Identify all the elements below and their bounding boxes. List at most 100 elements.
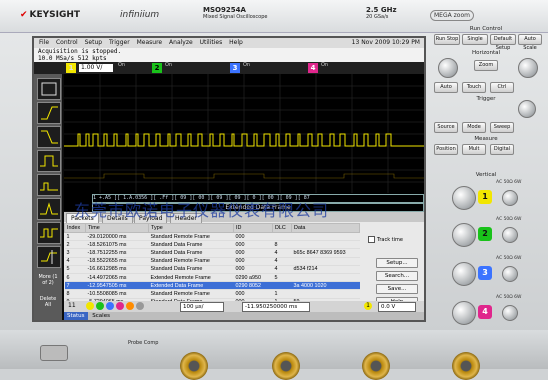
menu-measure[interactable]: Measure (137, 38, 163, 48)
timebase-field[interactable]: 100 µs/ (180, 302, 224, 312)
math-status-icon[interactable] (126, 302, 134, 310)
table-cell: -12.9547505 ms (85, 281, 149, 291)
col-dlc[interactable]: DLC (272, 223, 292, 233)
ch3-offset-knob[interactable] (502, 266, 518, 282)
trigger-level-field[interactable]: 0.0 V (378, 302, 416, 312)
horizontal-scale-knob[interactable] (438, 58, 458, 78)
auto-scale-button[interactable]: Auto Scale (518, 34, 542, 51)
single-button[interactable]: Single (462, 34, 488, 45)
table-row[interactable]: 2 -18.5261075 ms Standard Data Frame 000 8 (64, 240, 360, 250)
runt-icon[interactable] (37, 174, 61, 196)
auto-button[interactable]: Auto (434, 82, 458, 93)
bnc-connector-4[interactable] (452, 352, 480, 380)
ch4-scale-knob[interactable] (452, 301, 476, 325)
menu-setup[interactable]: Setup (85, 38, 102, 48)
run-stop-button[interactable]: Run Stop (434, 34, 460, 45)
horizontal-position-knob[interactable] (518, 58, 538, 78)
mode-button[interactable]: Mode (462, 122, 486, 133)
edge-rise-icon[interactable] (37, 102, 61, 124)
ch3-scale-knob[interactable] (452, 262, 476, 286)
memory-status-icon[interactable] (136, 302, 144, 310)
edge-fall-icon[interactable] (37, 126, 61, 148)
ch2-status-icon[interactable] (96, 302, 104, 310)
col-time[interactable]: Time (85, 223, 149, 233)
ch2-scale-knob[interactable] (452, 223, 476, 247)
waveform-display[interactable] (64, 74, 424, 194)
ch1-scale-knob[interactable] (452, 186, 476, 210)
ch3-key[interactable]: 3 (478, 266, 492, 280)
ch2-key[interactable]: 2 (478, 227, 492, 241)
checkbox-box[interactable] (368, 236, 375, 243)
table-row[interactable]: 5 -16.6612985 ms Standard Data Frame 000 4 d5… (64, 265, 360, 274)
table-row[interactable]: 6 -14.4972065 ms Extended Remote Frame 0290… (64, 273, 360, 283)
table-cell: 8 (272, 240, 292, 250)
menu-utilities[interactable]: Utilities (200, 38, 223, 48)
table-cell (291, 289, 360, 299)
power-button[interactable] (40, 345, 68, 361)
delay-field[interactable]: -11.950250000 ms (242, 302, 310, 312)
mult-button[interactable]: Mult (462, 144, 486, 155)
ch4-offset-knob[interactable] (502, 305, 518, 321)
menu-file[interactable]: File (39, 38, 49, 48)
save-button[interactable]: Save... (376, 284, 418, 294)
touch-button[interactable]: Touch (462, 82, 486, 93)
pattern-icon[interactable] (37, 222, 61, 244)
ch2-button[interactable]: 2 (152, 63, 162, 73)
position-button[interactable]: Position (434, 144, 458, 155)
ch1-scale-field[interactable]: 1.00 V/ (79, 64, 113, 72)
ch4-key[interactable]: 4 (478, 305, 492, 319)
col-type[interactable]: Type (148, 223, 234, 233)
zoom-tool-icon[interactable] (37, 78, 61, 100)
bnc-connector-2[interactable] (272, 352, 300, 380)
col-index[interactable]: Index (64, 223, 86, 233)
track-time-checkbox[interactable]: Track time (368, 236, 403, 243)
ch3-status-icon[interactable] (106, 302, 114, 310)
table-cell: 8 (64, 289, 86, 299)
table-row[interactable]: 8 -10.5508085 ms Standard Remote Frame 000 1 (64, 289, 360, 299)
ch2-offset-knob[interactable] (502, 227, 518, 243)
sweep-button[interactable]: Sweep (490, 122, 514, 133)
window-icon[interactable] (37, 198, 61, 220)
digital-button[interactable]: Digital (490, 144, 514, 155)
col-id[interactable]: ID (233, 223, 273, 233)
ch4-button[interactable]: 4 (308, 63, 318, 73)
menu-analyze[interactable]: Analyze (169, 38, 193, 48)
table-row[interactable]: 1 -29.0120000 ms Standard Remote Frame 000 (64, 232, 360, 242)
ctrl-button[interactable]: Ctrl (490, 82, 514, 93)
source-button[interactable]: Source (434, 122, 458, 133)
table-row[interactable]: 4 -18.5522655 ms Standard Remote Frame 000 4 (64, 257, 360, 266)
menu-trigger[interactable]: Trigger (109, 38, 130, 48)
col-data[interactable]: Data (291, 223, 360, 233)
trigger-source-icon[interactable]: 1 (364, 302, 372, 310)
bnc-connector-3[interactable] (362, 352, 390, 380)
default-setup-button[interactable]: Default Setup (490, 34, 516, 51)
ch1-button[interactable]: 1 (66, 63, 76, 73)
more-button[interactable]: More (1 of 2) (36, 274, 60, 286)
bnc-connector-1[interactable] (180, 352, 208, 380)
tab-scales[interactable]: Scales (89, 312, 113, 320)
table-row[interactable]: 7 -12.9547505 ms Extended Data Frame 0290 8… (64, 281, 360, 291)
menu-help[interactable]: Help (229, 38, 243, 48)
table-row[interactable]: 3 -18.7512255 ms Standard Data Frame 000 4 b6… (64, 248, 360, 258)
ch3-button[interactable]: 3 (230, 63, 240, 73)
zoom-button[interactable]: Zoom (474, 60, 498, 71)
table-cell: 5 (272, 273, 292, 283)
ch1-offset-knob[interactable] (502, 190, 518, 206)
setup-button[interactable]: Setup... (376, 258, 418, 268)
table-cell: b65c 8647 8369 9593 (291, 248, 360, 258)
menu-control[interactable]: Control (56, 38, 78, 48)
table-cell: 000 (233, 257, 273, 266)
ch1-status-icon[interactable] (86, 302, 94, 310)
pulse-icon[interactable] (37, 150, 61, 172)
measure-label: Measure (474, 136, 498, 142)
ch1-key[interactable]: 1 (478, 190, 492, 204)
status-line-2: 10.0 MSa/s 512 kpts (38, 55, 107, 62)
ch4-status-icon[interactable] (116, 302, 124, 310)
delete-all-button[interactable]: Delete All (36, 296, 60, 308)
setup-hold-icon[interactable] (37, 246, 61, 268)
table-cell: 3a 4000 1020 (291, 281, 360, 291)
search-button[interactable]: Search... (376, 271, 418, 281)
trigger-level-knob[interactable] (518, 100, 536, 118)
tab-status[interactable]: Status (64, 312, 88, 320)
table-cell (291, 257, 360, 266)
